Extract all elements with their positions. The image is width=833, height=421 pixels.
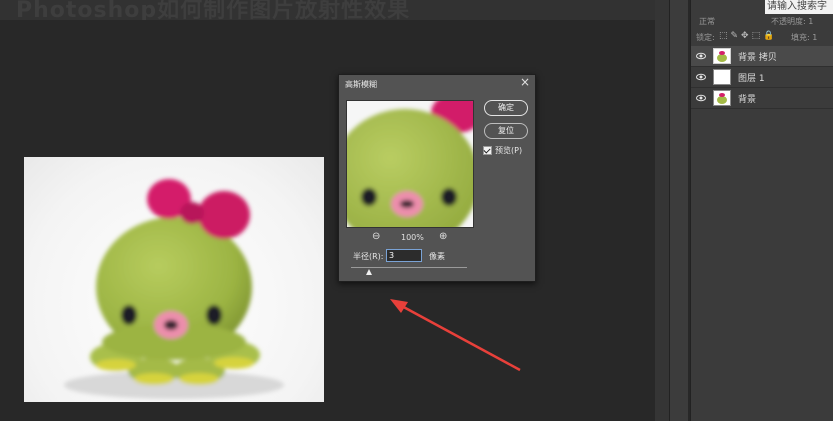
preview-label: 预览(P) [495,146,523,155]
layer-thumbnail [713,90,731,106]
ok-button[interactable]: 确定 [484,100,528,116]
toy-octopus-image [64,179,284,399]
layer-name[interactable]: 图层 1 [738,71,765,84]
layer-row[interactable]: 背景 拷贝 [691,46,833,67]
fill-field[interactable]: 填充: 1 [791,32,817,43]
lock-icons[interactable]: ⬚✎✥⬚🔒 [719,31,777,41]
layer-name[interactable]: 背景 拷贝 [738,50,777,63]
lock-row: 锁定: ⬚✎✥⬚🔒 填充: 1 [691,30,833,44]
watermark-title: Photoshop如何制作图片放射性效果 [16,0,411,20]
panel-dock-strip [655,0,669,421]
zoom-out-icon[interactable]: ⊖ [372,231,380,242]
preview-checkbox[interactable]: 预览(P) [483,145,522,156]
visibility-eye-icon[interactable] [696,72,706,82]
radius-slider-track[interactable] [351,267,467,268]
zoom-level: 100% [401,233,424,242]
gaussian-blur-dialog: 高斯模糊 × 确定 复位 预览(P) ⊖ 100% ⊕ 半径(R): 3 像素 [338,74,536,282]
layer-row[interactable]: 图层 1 [691,67,833,88]
layers-panel: 正常 不透明度: 1 锁定: ⬚✎✥⬚🔒 填充: 1 背景 拷贝 图层 1 背景 [690,0,833,421]
blend-row: 正常 不透明度: 1 [691,14,833,28]
title-band: Photoshop如何制作图片放射性效果 [0,0,660,20]
visibility-eye-icon[interactable] [696,51,706,61]
opacity-field[interactable]: 不透明度: 1 [771,16,813,27]
zoom-controls: ⊖ 100% ⊕ [369,231,459,244]
zoom-in-icon[interactable]: ⊕ [439,231,447,242]
radius-row: 半径(R): 像素 [353,249,533,263]
layer-thumbnail [713,48,731,64]
layer-row[interactable]: 背景 [691,88,833,109]
checkbox-check-icon[interactable] [483,146,492,155]
visibility-eye-icon[interactable] [696,93,706,103]
lock-label: 锁定: [696,33,715,42]
blend-mode-select[interactable]: 正常 [699,16,715,27]
radius-slider-thumb[interactable] [366,269,372,275]
radius-input[interactable] [386,249,422,262]
panel-icon-strip[interactable] [669,0,688,421]
blur-preview[interactable] [346,100,474,228]
reset-button[interactable]: 复位 [484,123,528,139]
document-image[interactable] [24,157,324,402]
search-input[interactable]: 请输入搜索字 [765,0,833,14]
preview-image [347,101,473,227]
close-icon[interactable]: × [520,75,530,89]
radius-label: 半径(R): [353,252,384,261]
layer-name[interactable]: 背景 [738,92,756,105]
dialog-title: 高斯模糊 [345,80,377,89]
layer-thumbnail [713,69,731,85]
radius-unit: 像素 [429,252,445,261]
